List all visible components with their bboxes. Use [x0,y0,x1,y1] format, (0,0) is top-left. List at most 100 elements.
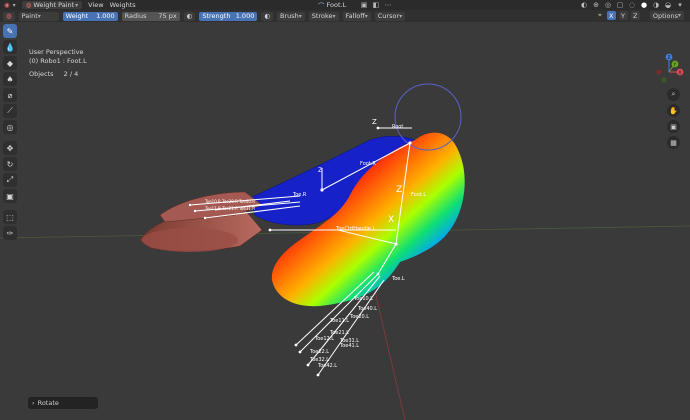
mode-label: Weight Paint [33,1,78,9]
radius-label: Radius [124,12,147,20]
header-right-icons: ◐ ⊕ ◎ ▢ ◌ ● ◑ ◒ ▾ [580,1,684,9]
svg-text:Z: Z [396,185,402,195]
menu-view-label: View [88,1,104,9]
weight-paint-icon: ◉ [4,1,10,9]
cursor-label: Cursor [377,12,400,20]
tool-settings-bar: ◍ Paint Weight 1.000 Radius 75 px ◐ Stre… [0,10,690,22]
mode-selector[interactable]: ◍ Weight Paint [21,1,83,9]
blur-tool-icon[interactable]: 💧 [3,40,17,54]
bone-label-foot-r: Foot.R [360,161,376,167]
mode-icon: ◍ [25,1,32,9]
3d-viewport[interactable]: Z X Z Z Foot.R Foot.L Root Toe.R ToeCtrl… [0,22,690,420]
average-tool-icon[interactable]: ◆ [3,56,17,70]
gizmo-neg-y-axis[interactable] [661,77,667,83]
stroke-dropdown[interactable]: Stroke [308,11,339,21]
perspective-toggle-icon[interactable]: ▦ [667,136,680,149]
bone-label-toe-r: Toe.R [292,192,307,198]
transform-tool-icon[interactable]: ▣ [3,189,17,203]
bone-label-toe12: Toe12.L [314,336,334,342]
annotate-tool-icon[interactable]: ✑ [3,226,17,240]
menu-view[interactable]: View [88,1,103,9]
brush-dropdown[interactable]: Brush [277,11,305,21]
bone-label-pole: ToeCtrlHandle.L [335,226,375,232]
vertex-select-icon[interactable]: ⋯ [384,1,392,9]
svg-text:X: X [678,70,681,76]
svg-text:Z: Z [668,55,671,61]
brush-label: Brush [280,12,299,20]
menu-weights[interactable]: Weights [110,1,136,9]
strength-pressure-toggle[interactable]: ◐ [261,11,274,21]
chevron-right-icon: › [32,399,35,407]
bone-label-toe20: Toe20.L [349,314,369,320]
sample-weight-icon[interactable]: ⌀ [3,88,17,102]
pressure-icon: ◐ [186,12,193,20]
radius-field[interactable]: Radius 75 px [121,11,180,21]
weight-field[interactable]: Weight 1.000 [62,11,118,21]
draw-tool-icon[interactable]: ✎ [3,24,17,38]
stroke-label: Stroke [311,12,333,20]
falloff-dropdown[interactable]: Falloff [342,11,371,21]
visibility-icon[interactable]: ◐ [580,1,588,9]
svg-text:X: X [388,215,394,225]
shading-material-icon[interactable]: ◑ [652,1,660,9]
radius-value: 75 px [158,12,177,20]
last-operator-panel[interactable]: › Rotate [28,397,98,409]
zoom-icon[interactable]: ⌕ [667,88,680,101]
bone-label-toe42: Toe42.L [317,363,337,369]
scale-tool-icon[interactable]: ⤢ [3,173,17,187]
shading-options-icon[interactable]: ▾ [676,1,684,9]
bone-label-toe41: Toe41.L [339,343,359,349]
blend-mode-label: Paint [21,12,38,20]
shading-wireframe-icon[interactable]: ◌ [628,1,636,9]
strength-field[interactable]: Strength 1.000 [199,11,258,21]
pan-hand-icon[interactable]: ✋ [667,104,680,117]
viewport-nav-buttons: ⌕ ✋ ▣ ▦ [667,88,680,149]
menu-weights-label: Weights [109,1,136,9]
shading-rendered-icon[interactable]: ◒ [664,1,672,9]
rotate-tool-icon[interactable]: ↻ [3,157,17,171]
shading-solid-icon[interactable]: ● [640,1,648,9]
strength-value: 1.000 [235,12,255,20]
header-icon-group-a: ▣ ◧ ⋯ [360,1,392,9]
svg-text:Z: Z [372,118,377,126]
options-dropdown[interactable]: Options [649,11,684,20]
editor-type-button[interactable]: ◉ [4,1,16,9]
radius-pressure-toggle[interactable]: ◐ [183,11,196,21]
objects-label: Objects [29,70,54,78]
symmetry-icon: ⌖ [598,11,602,19]
cursor-dropdown[interactable]: Cursor [374,11,406,21]
brush-icon: ◍ [6,12,12,20]
viewport-scene: Z X Z Z Foot.R Foot.L Root Toe.R ToeCtrl… [0,83,690,420]
gizmo-toggle-icon[interactable]: ⊕ [592,1,600,9]
bone-label-toe21: Toe21.L [329,330,349,336]
gradient-tool-icon[interactable]: ⟋ [3,104,17,118]
mirror-x-toggle[interactable]: X [607,11,616,20]
falloff-label: Falloff [345,12,365,20]
editor-type-chevron-icon [12,1,16,9]
move-tool-icon[interactable]: ✥ [3,141,17,155]
bone-label-toe10: Toe10.L [353,296,373,302]
navigation-gizmo[interactable]: Z X Y [652,52,686,86]
active-bone-field[interactable]: ⌒ Foot.L [318,0,346,10]
mirror-z-toggle[interactable]: Z [631,11,640,20]
mask-icon[interactable]: ◧ [372,1,380,9]
smear-tool-icon[interactable]: ♠ [3,72,17,86]
blend-mode-dropdown[interactable]: Paint [18,11,59,21]
xray-icon[interactable]: ▢ [616,1,624,9]
overlay-toggle-icon[interactable]: ▣ [360,1,368,9]
mirror-y-toggle[interactable]: Y [619,11,628,20]
active-bone-label: Foot.L [326,1,347,9]
select-box-icon[interactable]: ⬚ [3,210,17,224]
options-label: Options [652,11,678,20]
brush-preview-button[interactable]: ◍ [3,11,15,21]
cursor-tool-icon[interactable]: ◎ [3,120,17,134]
left-toolbar: ✎ 💧 ◆ ♠ ⌀ ⟋ ◎ ✥ ↻ ⤢ ▣ ⬚ ✑ [3,24,18,240]
perspective-label: User Perspective [29,48,84,56]
bone-icon: ⌒ [318,2,325,10]
strength-label: Strength [202,12,231,20]
gizmo-neg-x-axis[interactable] [656,69,662,75]
overlays-icon[interactable]: ◎ [604,1,612,9]
camera-view-icon[interactable]: ▣ [667,120,680,133]
operator-label: Rotate [37,399,59,407]
context-label: (0) Robo1 : Foot.L [29,57,87,65]
